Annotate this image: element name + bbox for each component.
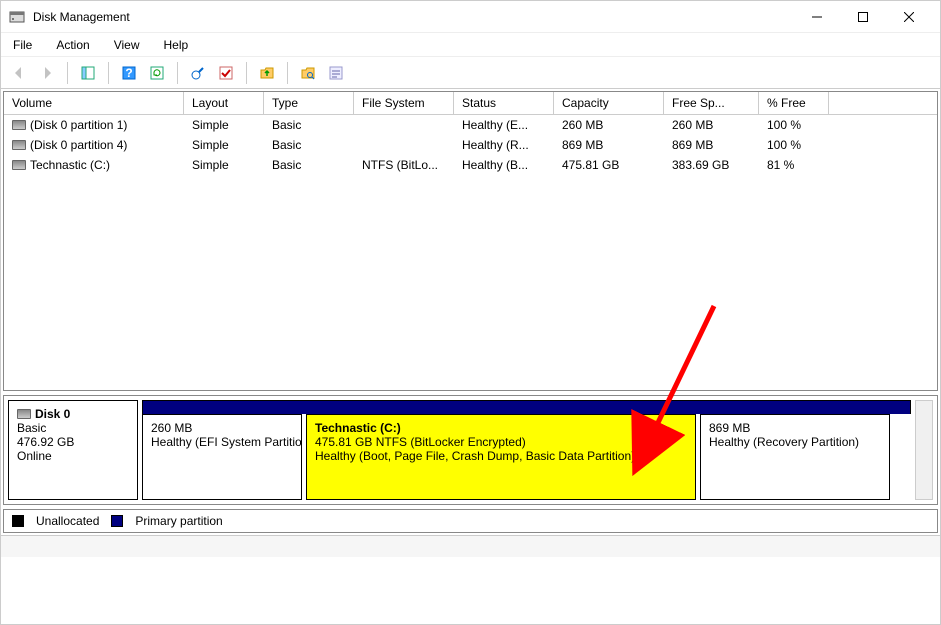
- close-button[interactable]: [886, 2, 932, 32]
- table-row[interactable]: (Disk 0 partition 4)SimpleBasic Healthy (…: [4, 135, 937, 155]
- legend: Unallocated Primary partition: [3, 509, 938, 533]
- folder-search-icon[interactable]: [296, 61, 320, 85]
- table-cell: 475.81 GB: [554, 157, 664, 173]
- table-cell: [354, 117, 454, 133]
- partition-size: 869 MB: [709, 421, 881, 435]
- col-status[interactable]: Status: [454, 92, 554, 114]
- table-cell: (Disk 0 partition 1): [4, 117, 184, 133]
- partition-status: Healthy (Boot, Page File, Crash Dump, Ba…: [315, 449, 687, 463]
- col-filesystem[interactable]: File System: [354, 92, 454, 114]
- table-cell: Basic: [264, 137, 354, 153]
- partition-size: 260 MB: [151, 421, 293, 435]
- back-button[interactable]: [7, 61, 31, 85]
- folder-up-icon[interactable]: [255, 61, 279, 85]
- col-volume[interactable]: Volume: [4, 92, 184, 114]
- table-cell: Simple: [184, 117, 264, 133]
- legend-unallocated: Unallocated: [36, 514, 99, 528]
- col-capacity[interactable]: Capacity: [554, 92, 664, 114]
- col-layout[interactable]: Layout: [184, 92, 264, 114]
- volume-icon: [12, 140, 26, 150]
- forward-button[interactable]: [35, 61, 59, 85]
- table-cell: Healthy (R...: [454, 137, 554, 153]
- disk-partitions-container: 260 MBHealthy (EFI System Partition)Tech…: [142, 400, 911, 500]
- table-cell: NTFS (BitLo...: [354, 157, 454, 173]
- table-cell: 260 MB: [554, 117, 664, 133]
- disk-icon: [17, 409, 31, 419]
- table-cell: (Disk 0 partition 4): [4, 137, 184, 153]
- volume-table: Volume Layout Type File System Status Ca…: [3, 91, 938, 391]
- refresh-icon[interactable]: [145, 61, 169, 85]
- volume-table-header: Volume Layout Type File System Status Ca…: [4, 92, 937, 115]
- table-cell: Basic: [264, 157, 354, 173]
- table-cell: Simple: [184, 137, 264, 153]
- disk-name: Disk 0: [35, 407, 70, 421]
- primary-swatch-icon: [111, 515, 123, 527]
- menu-help[interactable]: Help: [160, 36, 193, 54]
- partition-size: 475.81 GB NTFS (BitLocker Encrypted): [315, 435, 687, 449]
- titlebar: Disk Management: [1, 1, 940, 33]
- table-cell: 383.69 GB: [664, 157, 759, 173]
- disk-management-window: Disk Management File Action View Help ?: [0, 0, 941, 625]
- partition[interactable]: 260 MBHealthy (EFI System Partition): [142, 414, 302, 500]
- partition-status: Healthy (Recovery Partition): [709, 435, 881, 449]
- disk-state: Online: [17, 449, 129, 463]
- settings-icon[interactable]: [186, 61, 210, 85]
- disk-info[interactable]: Disk 0 Basic 476.92 GB Online: [8, 400, 138, 500]
- show-hide-console-tree-icon[interactable]: [76, 61, 100, 85]
- legend-primary: Primary partition: [135, 514, 222, 528]
- volume-icon: [12, 160, 26, 170]
- menu-file[interactable]: File: [9, 36, 36, 54]
- window-controls: [794, 2, 932, 32]
- table-cell: Simple: [184, 157, 264, 173]
- maximize-button[interactable]: [840, 2, 886, 32]
- table-cell: 100 %: [759, 117, 829, 133]
- col-percent-free[interactable]: % Free: [759, 92, 829, 114]
- help-icon[interactable]: ?: [117, 61, 141, 85]
- disk-graphical-view: Disk 0 Basic 476.92 GB Online 260 MBHeal…: [3, 395, 938, 505]
- table-row[interactable]: Technastic (C:)SimpleBasicNTFS (BitLo...…: [4, 155, 937, 175]
- table-cell: 260 MB: [664, 117, 759, 133]
- properties-icon[interactable]: [324, 61, 348, 85]
- partition-status: Healthy (EFI System Partition): [151, 435, 293, 449]
- unallocated-swatch-icon: [12, 515, 24, 527]
- table-cell: [354, 137, 454, 153]
- disk-type: Basic: [17, 421, 129, 435]
- partition-header-bar: [142, 400, 911, 414]
- disk-management-icon: [9, 9, 25, 25]
- table-cell: 869 MB: [664, 137, 759, 153]
- toolbar: ?: [1, 57, 940, 89]
- table-cell: 100 %: [759, 137, 829, 153]
- volume-table-body[interactable]: (Disk 0 partition 1)SimpleBasicHealthy (…: [4, 115, 937, 390]
- partition[interactable]: 869 MBHealthy (Recovery Partition): [700, 414, 890, 500]
- disk-size: 476.92 GB: [17, 435, 129, 449]
- menubar: File Action View Help: [1, 33, 940, 57]
- table-cell: Basic: [264, 117, 354, 133]
- partition-title: Technastic (C:): [315, 421, 687, 435]
- table-row[interactable]: (Disk 0 partition 1)SimpleBasic Healthy (…: [4, 115, 937, 135]
- table-cell: Healthy (B...: [454, 157, 554, 173]
- menu-action[interactable]: Action: [52, 36, 93, 54]
- col-filler: [829, 92, 937, 114]
- table-cell: 81 %: [759, 157, 829, 173]
- table-cell: 869 MB: [554, 137, 664, 153]
- disk-row: Disk 0 Basic 476.92 GB Online 260 MBHeal…: [8, 400, 933, 500]
- partition[interactable]: Technastic (C:)475.81 GB NTFS (BitLocker…: [306, 414, 696, 500]
- col-free-space[interactable]: Free Sp...: [664, 92, 759, 114]
- volume-icon: [12, 120, 26, 130]
- scrollbar[interactable]: [915, 400, 933, 500]
- minimize-button[interactable]: [794, 2, 840, 32]
- table-cell: Technastic (C:): [4, 157, 184, 173]
- svg-text:?: ?: [125, 66, 132, 80]
- menu-view[interactable]: View: [110, 36, 144, 54]
- col-type[interactable]: Type: [264, 92, 354, 114]
- disk-partitions: 260 MBHealthy (EFI System Partition)Tech…: [142, 414, 911, 500]
- table-cell: Healthy (E...: [454, 117, 554, 133]
- window-title: Disk Management: [33, 10, 130, 24]
- check-icon[interactable]: [214, 61, 238, 85]
- statusbar: [1, 535, 940, 557]
